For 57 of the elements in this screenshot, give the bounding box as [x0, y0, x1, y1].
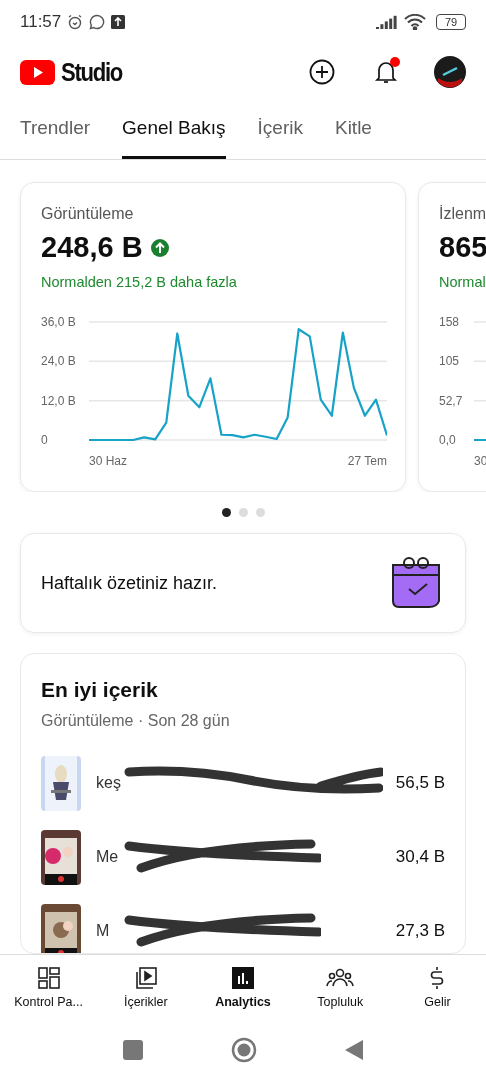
view-count: 27,3 B — [395, 921, 445, 941]
avatar[interactable] — [434, 56, 466, 88]
axis-label: 30 — [474, 454, 486, 468]
nav-item[interactable]: Topluluk — [291, 955, 389, 1020]
battery-indicator: 79 — [436, 14, 466, 30]
clock: 11:57 — [20, 12, 62, 32]
view-count: 30,4 B — [395, 847, 445, 867]
comparison-text: Normal — [439, 274, 486, 290]
chat-icon — [89, 14, 106, 30]
metric-value: 865 — [439, 231, 486, 264]
card-subtitle: Görüntüleme · Son 28 gün — [41, 712, 231, 730]
axis-label: 30 Haz — [89, 454, 128, 468]
home-button[interactable] — [231, 1037, 257, 1063]
axis-label: 52,7 — [439, 393, 463, 408]
nav-item[interactable]: Kontrol Pa... — [0, 955, 98, 1020]
tab[interactable]: Genel Bakış — [122, 100, 226, 159]
wifi-icon — [404, 14, 426, 30]
video-title[interactable]: M — [96, 922, 110, 940]
logo-icon — [20, 59, 55, 85]
summary-card[interactable]: Haftalık özetiniz hazır. — [20, 533, 466, 633]
axis-label: 24,0 B — [41, 354, 76, 369]
video-title[interactable]: Me — [96, 848, 119, 866]
nav-item[interactable]: İçerikler — [97, 955, 195, 1020]
signal-icon — [376, 15, 398, 29]
back-button[interactable] — [345, 1040, 363, 1060]
axis-label: 158 — [439, 315, 460, 329]
axis-label: 0 — [41, 433, 48, 447]
upload-icon — [111, 15, 126, 29]
video-title[interactable]: keş — [96, 774, 121, 792]
view-count: 56,5 B — [395, 773, 445, 793]
alarm-icon — [67, 14, 84, 30]
nav-item[interactable]: Analytics — [194, 955, 292, 1020]
tab[interactable]: Trendler — [20, 100, 91, 159]
tab[interactable]: Kitle — [334, 100, 372, 159]
app-title: Studio — [61, 56, 123, 88]
axis-label: 12,0 B — [41, 393, 76, 408]
metric-title: İzlenm — [439, 205, 486, 223]
summary-text: Haftalık özetiniz hazır. — [41, 572, 218, 594]
nav-item[interactable]: Gelir — [388, 955, 486, 1020]
tab[interactable]: İçerik — [257, 100, 303, 159]
page-dot[interactable] — [221, 508, 231, 517]
dashboard-icon — [36, 966, 61, 990]
metric-card[interactable]: Görüntüleme 248,6 B Normalden 215,2 B daha fazla 36,0 B 24,0 B 12,0 B 0 30 Haz 27 Tem — [20, 182, 406, 492]
axis-label: 105 — [439, 354, 460, 369]
metric-title: Görüntüleme — [41, 205, 135, 223]
metric-value: 248,6 B — [41, 231, 143, 264]
metric-card[interactable]: İzlenm 865 Normal 158 105 52,7 0,0 30 — [418, 182, 486, 492]
page-dot[interactable] — [255, 508, 265, 517]
axis-label: 27 Tem — [347, 454, 387, 468]
video-library-icon — [133, 966, 158, 990]
page-dot[interactable] — [238, 508, 248, 517]
analytics-icon — [231, 966, 255, 990]
axis-label: 0,0 — [439, 433, 456, 447]
comparison-text: Normalden 215,2 B daha fazla — [41, 274, 238, 290]
axis-label: 36,0 B — [41, 315, 76, 329]
card-title: En iyi içerik — [41, 678, 159, 702]
line-series — [474, 438, 486, 442]
